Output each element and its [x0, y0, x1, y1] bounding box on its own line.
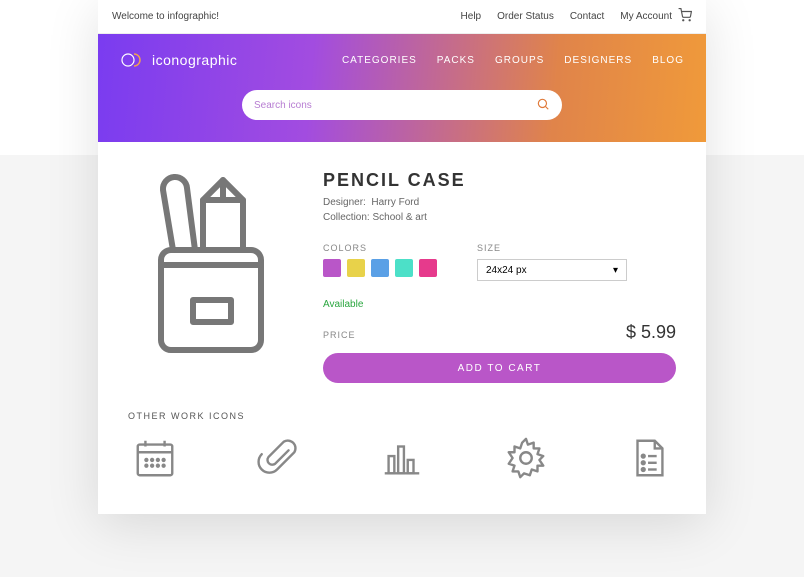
product-image: [128, 170, 293, 383]
nav-groups[interactable]: GROUPS: [495, 55, 544, 66]
hero-banner: iconographic CATEGORIES PACKS GROUPS DES…: [98, 34, 706, 142]
logo[interactable]: iconographic: [120, 48, 237, 72]
swatch-pink[interactable]: [419, 259, 437, 277]
calendar-icon[interactable]: [132, 435, 178, 486]
order-status-link[interactable]: Order Status: [497, 11, 554, 22]
nav-categories[interactable]: CATEGORIES: [342, 55, 417, 66]
nav-blog[interactable]: BLOG: [652, 55, 684, 66]
cart-icon[interactable]: [678, 8, 692, 25]
search-input[interactable]: Search icons: [242, 90, 562, 120]
size-select[interactable]: 24x24 px ▾: [477, 259, 627, 281]
product-title: PENCIL CASE: [323, 170, 676, 191]
swatch-yellow[interactable]: [347, 259, 365, 277]
gear-icon[interactable]: [503, 435, 549, 486]
chevron-down-icon: ▾: [613, 265, 618, 276]
colors-label: COLORS: [323, 243, 437, 253]
swatch-purple[interactable]: [323, 259, 341, 277]
swatch-teal[interactable]: [395, 259, 413, 277]
availability: Available: [323, 299, 676, 310]
main-nav: CATEGORIES PACKS GROUPS DESIGNERS BLOG: [342, 55, 684, 66]
other-icons-row: [128, 435, 676, 496]
help-link[interactable]: Help: [461, 11, 482, 22]
size-label: SIZE: [477, 243, 627, 253]
swatch-blue[interactable]: [371, 259, 389, 277]
search-icon[interactable]: [536, 97, 550, 114]
price-value: $ 5.99: [626, 322, 676, 343]
add-to-cart-button[interactable]: ADD TO CART: [323, 353, 676, 383]
welcome-text: Welcome to infographic!: [112, 11, 219, 22]
color-swatches: [323, 259, 437, 277]
my-account-link[interactable]: My Account: [620, 11, 672, 22]
paperclip-icon[interactable]: [256, 435, 302, 486]
bar-chart-icon[interactable]: [379, 435, 425, 486]
search-placeholder: Search icons: [254, 100, 312, 111]
product-meta: Designer: Harry Ford Collection: School …: [323, 195, 676, 225]
other-work-label: OTHER WORK ICONS: [128, 411, 676, 421]
nav-packs[interactable]: PACKS: [437, 55, 475, 66]
topbar: Welcome to infographic! Help Order Statu…: [98, 0, 706, 34]
nav-designers[interactable]: DESIGNERS: [564, 55, 632, 66]
checklist-icon[interactable]: [626, 435, 672, 486]
price-label: PRICE: [323, 330, 356, 340]
brand-name: iconographic: [152, 52, 237, 68]
contact-link[interactable]: Contact: [570, 11, 604, 22]
